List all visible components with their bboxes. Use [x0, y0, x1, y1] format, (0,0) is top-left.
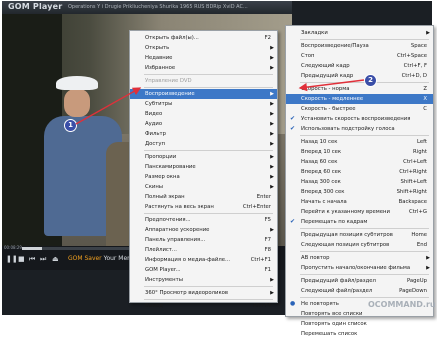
- menu-item-label: Повторять один список: [301, 321, 367, 327]
- arrow-2: [298, 79, 365, 92]
- site-watermark: OCOMMAND.ru: [368, 300, 436, 309]
- menu-item[interactable]: Повторять один список: [286, 319, 433, 329]
- annotation-arrows: [75, 79, 365, 125]
- menu-item[interactable]: Перемешать список: [286, 329, 433, 339]
- arrow-1: [75, 87, 142, 125]
- menu-item-label: Перемешать список: [301, 331, 358, 337]
